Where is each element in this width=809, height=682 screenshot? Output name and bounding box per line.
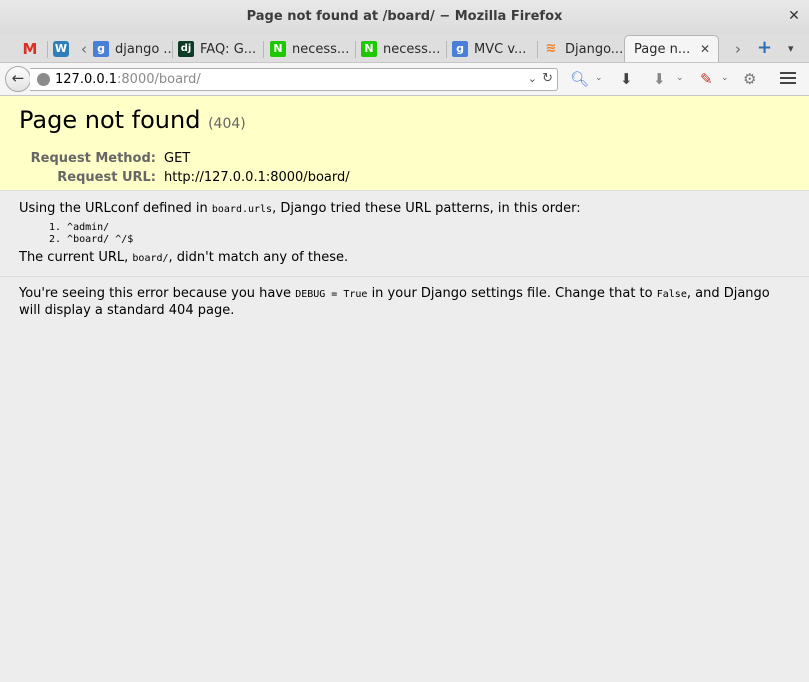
search-icon[interactable]: 🔍︎ — [570, 70, 589, 88]
tab-label: necess... — [383, 41, 441, 57]
tab-naver-2[interactable]: N necess... — [361, 36, 447, 62]
url-text[interactable]: 127.0.0.1:8000/board/ — [55, 72, 201, 87]
tab-list-chevron-icon[interactable]: ▾ — [788, 42, 794, 55]
request-url-label: Request URL: — [57, 170, 156, 185]
debug-setting-code: DEBUG = True — [295, 289, 368, 300]
current-url-text-after: , didn't match any of these. — [168, 250, 349, 265]
menu-icon[interactable] — [780, 72, 796, 87]
tab-scroll-left-icon[interactable]: ‹ — [81, 40, 87, 58]
download-icon[interactable]: ⬇ — [620, 70, 633, 88]
google-icon: g — [452, 41, 468, 57]
url-bar[interactable]: 127.0.0.1:8000/board/ ⌄ ↻ — [30, 68, 558, 91]
tab-label: Django... — [565, 41, 623, 57]
debug-false-code: False — [656, 289, 687, 300]
tab-label: MVC v... — [474, 41, 527, 57]
naver-icon: N — [270, 41, 286, 57]
reload-icon[interactable]: ↻ — [542, 71, 553, 86]
url-pattern-item: 2. ^board/ ^/$ — [49, 234, 134, 245]
window-title: Page not found at /board/ − Mozilla Fire… — [246, 9, 563, 24]
tab-mvc[interactable]: g MVC v... — [452, 36, 538, 62]
url-pattern-item: 1. ^admin/ — [49, 222, 110, 233]
tab-wordpress[interactable]: W — [48, 36, 78, 62]
debug-text-middle: in your Django settings file. Change tha… — [367, 286, 657, 301]
addon-icon[interactable]: ✎ — [700, 70, 713, 88]
new-tab-icon[interactable]: + — [757, 37, 772, 58]
globe-icon — [37, 73, 50, 86]
urlconf-paragraph: Using the URLconf defined in board.urls,… — [19, 201, 790, 218]
tab-label: django ... — [115, 41, 173, 57]
error-summary: Page not found (404) Request Method: GET… — [0, 96, 809, 191]
page-content: Page not found (404) Request Method: GET… — [0, 96, 809, 682]
url-history-dropdown-icon[interactable]: ⌄ — [528, 72, 537, 85]
tab-label: FAQ: G... — [200, 41, 257, 57]
request-url-value: http://127.0.0.1:8000/board/ — [164, 170, 350, 185]
back-arrow-icon[interactable]: ← — [5, 66, 31, 92]
url-patterns-list: 1. ^admin/ 2. ^board/ ^/$ — [49, 222, 790, 246]
tab-strip: M W ‹ g django ... dj FAQ: G... N necess… — [0, 34, 809, 63]
tab-stackoverflow[interactable]: ≋ Django... — [543, 36, 623, 62]
current-url-code: board/ — [132, 253, 169, 264]
tab-scroll-right-icon[interactable]: › — [735, 40, 741, 58]
download-manager-icon[interactable]: ⬇ — [653, 70, 666, 88]
urlconf-module: board.urls — [211, 204, 273, 215]
tab-label: Page n... — [634, 42, 691, 57]
url-path: :8000/board/ — [117, 72, 201, 87]
naver-icon: N — [361, 41, 377, 57]
url-host: 127.0.0.1 — [55, 72, 118, 87]
django-icon: dj — [178, 41, 194, 57]
tab-active-page-not-found[interactable]: Page n... ✕ — [624, 35, 719, 63]
urlconf-text-after: , Django tried these URL patterns, in th… — [272, 201, 581, 216]
window-titlebar: Page not found at /board/ − Mozilla Fire… — [0, 0, 809, 34]
gmail-icon: M — [22, 40, 38, 58]
current-url-paragraph: The current URL, board/, didn't match an… — [19, 250, 790, 267]
tab-naver-1[interactable]: N necess... — [270, 36, 356, 62]
page-title: Page not found (404) — [19, 105, 790, 139]
tab-label: necess... — [292, 41, 350, 57]
request-method-value: GET — [164, 151, 191, 166]
request-meta-table: Request Method: GET Request URL: http://… — [19, 149, 790, 187]
debug-explanation: You're seeing this error because you hav… — [0, 277, 809, 319]
download-dropdown-icon[interactable]: ⌄ — [676, 73, 684, 83]
debug-text: You're seeing this error because you hav… — [19, 286, 296, 301]
tab-gmail[interactable]: M — [12, 36, 48, 62]
google-icon: g — [93, 41, 109, 57]
tab-close-icon[interactable]: ✕ — [700, 42, 710, 56]
request-method-label: Request Method: — [30, 151, 156, 166]
debug-paragraph: You're seeing this error because you hav… — [19, 286, 790, 319]
tab-faq[interactable]: dj FAQ: G... — [178, 36, 264, 62]
navigation-toolbar: ← 127.0.0.1:8000/board/ ⌄ ↻ 🔍︎ ⌄ ⬇ ⬇ ⌄ ✎… — [0, 62, 809, 96]
request-method-row: Request Method: GET — [19, 149, 790, 168]
search-dropdown-icon[interactable]: ⌄ — [595, 73, 603, 83]
tab-django-search[interactable]: g django ... — [93, 36, 173, 62]
wordpress-icon: W — [53, 41, 69, 57]
current-url-text: The current URL, — [19, 250, 133, 265]
addon-dropdown-icon[interactable]: ⌄ — [721, 73, 729, 83]
status-code: (404) — [208, 116, 246, 132]
request-url-row: Request URL: http://127.0.0.1:8000/board… — [19, 168, 790, 187]
stackoverflow-icon: ≋ — [545, 41, 557, 56]
extension-icon[interactable]: ⚙ — [743, 70, 756, 88]
page-heading: Page not found — [19, 106, 201, 134]
urlconf-text: Using the URLconf defined in — [19, 201, 212, 216]
error-info: Using the URLconf defined in board.urls,… — [0, 191, 809, 277]
window-close-icon[interactable]: ✕ — [787, 9, 801, 23]
